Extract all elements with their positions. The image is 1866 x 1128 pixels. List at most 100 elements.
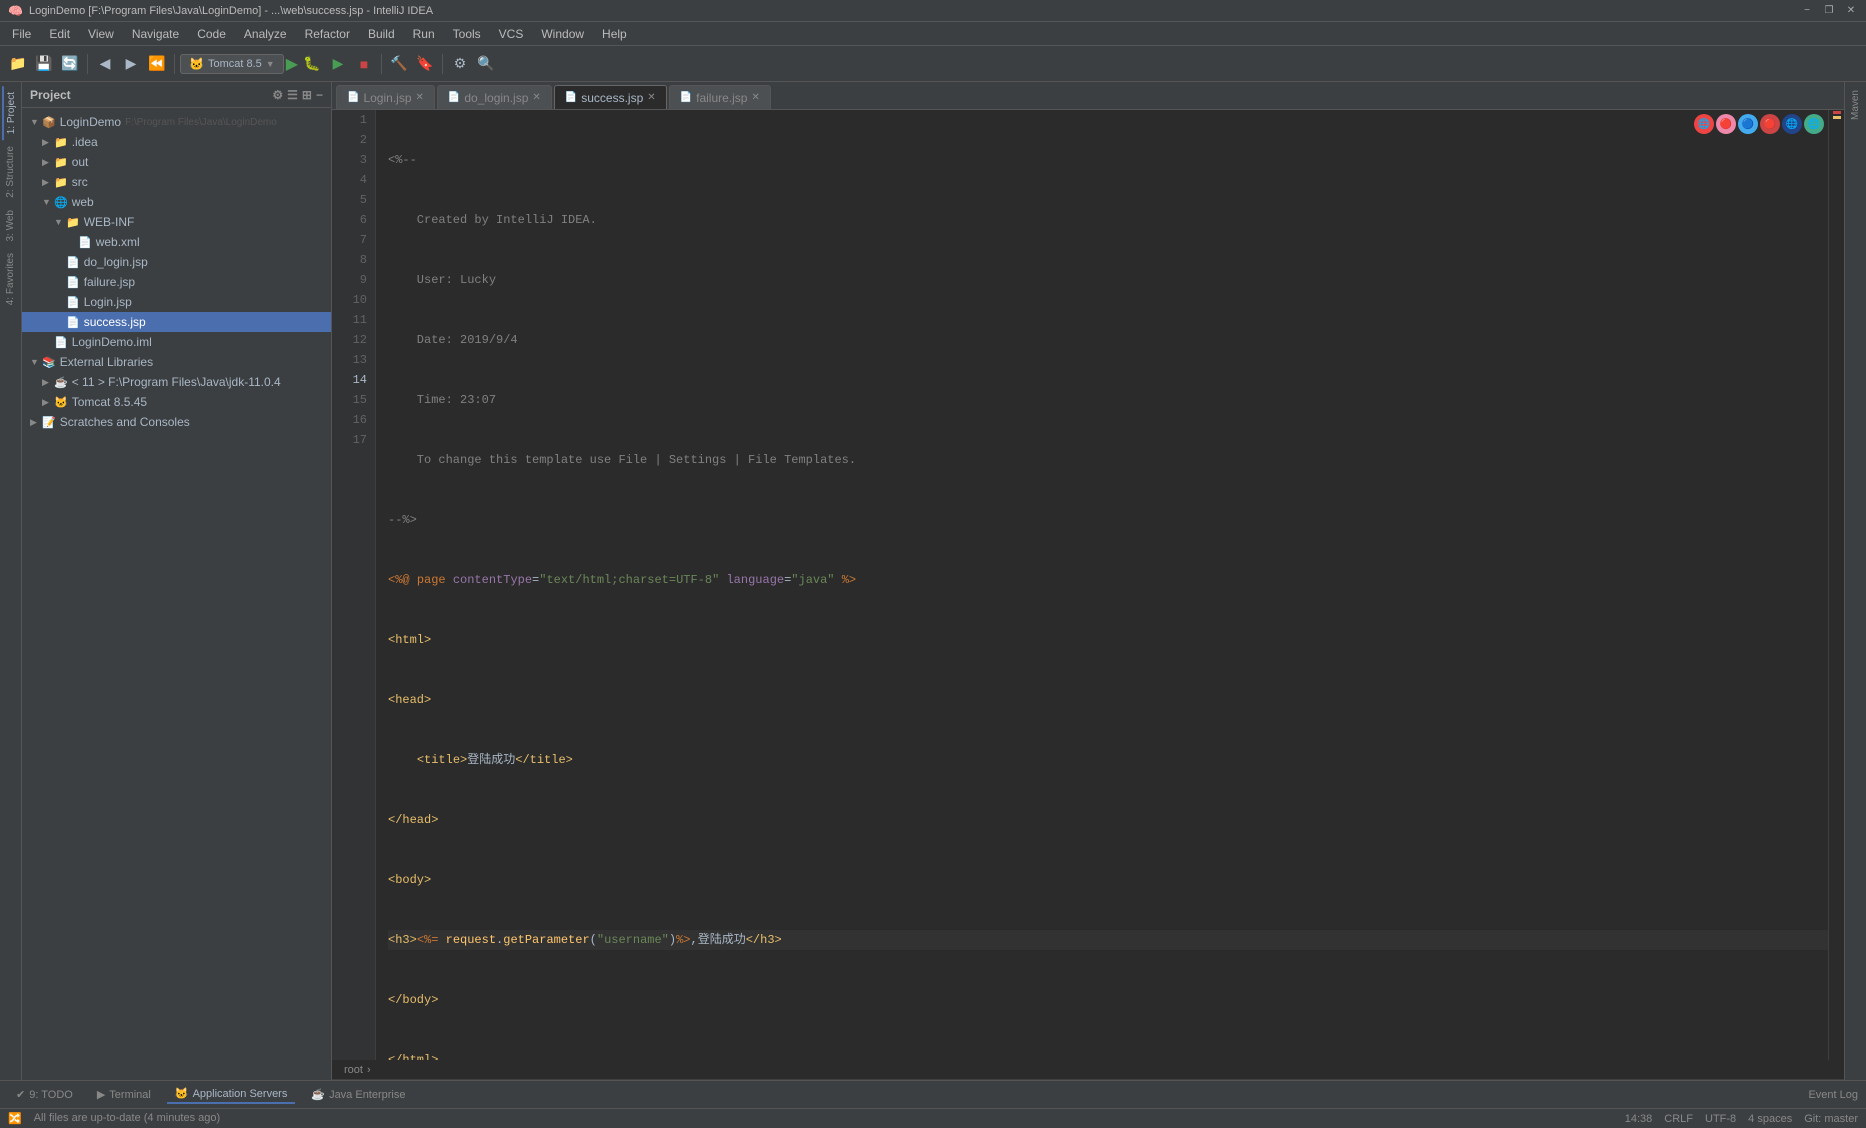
run-config-selector[interactable]: 🐱 Tomcat 8.5 ▼ xyxy=(180,54,284,74)
menu-navigate[interactable]: Navigate xyxy=(124,25,187,43)
code-line-13: <body> xyxy=(388,870,1828,890)
tab-failure-close[interactable]: ✕ xyxy=(751,92,759,103)
event-log-button[interactable]: Event Log xyxy=(1808,1089,1858,1101)
line-num-2: 2 xyxy=(332,130,367,150)
close-button[interactable]: ✕ xyxy=(1844,4,1858,18)
search-button[interactable]: 🔍 xyxy=(474,52,498,76)
toolbar-sep-3 xyxy=(381,54,382,74)
tab-success-close[interactable]: ✕ xyxy=(647,92,655,103)
code-content[interactable]: <%-- Created by IntelliJ IDEA. User: Luc… xyxy=(376,110,1828,1060)
todo-tab[interactable]: ✔ 9: TODO xyxy=(8,1086,81,1103)
web-tab[interactable]: 3: Web xyxy=(3,204,18,248)
project-panel-collapse-icon[interactable]: − xyxy=(316,88,323,102)
project-panel-layout-icon[interactable]: ☰ xyxy=(287,88,298,102)
tree-login[interactable]: 📄 Login.jsp xyxy=(22,292,331,312)
forward-button[interactable]: ▶ xyxy=(119,52,143,76)
menu-edit[interactable]: Edit xyxy=(41,25,78,43)
tree-tomcat[interactable]: ▶ 🐱 Tomcat 8.5.45 xyxy=(22,392,331,412)
tree-tomcat-label: Tomcat 8.5.45 xyxy=(72,395,147,409)
debug-button[interactable]: 🐛 xyxy=(300,52,324,76)
tree-success[interactable]: 📄 success.jsp xyxy=(22,312,331,332)
breadcrumb-separator: › xyxy=(367,1064,371,1076)
tab-success[interactable]: 📄 success.jsp ✕ xyxy=(554,85,667,109)
edge-icon[interactable]: 🌐 xyxy=(1804,114,1824,134)
favorites-tab[interactable]: 4: Favorites xyxy=(3,247,18,311)
build-button[interactable]: 🔨 xyxy=(387,52,411,76)
gutter-warning-mark xyxy=(1833,116,1841,119)
menu-run[interactable]: Run xyxy=(405,25,443,43)
tree-src-label: src xyxy=(72,175,88,189)
menu-analyze[interactable]: Analyze xyxy=(236,25,295,43)
bookmark-button[interactable]: 🔖 xyxy=(413,52,437,76)
tree-logindemoiml[interactable]: 📄 LoginDemo.iml xyxy=(22,332,331,352)
menu-help[interactable]: Help xyxy=(594,25,635,43)
line-num-11: 11 xyxy=(332,310,367,330)
chrome2-icon[interactable]: 🔵 xyxy=(1738,114,1758,134)
right-sidebar-item[interactable]: Maven xyxy=(1848,86,1863,124)
run-button[interactable]: ▶ xyxy=(286,54,298,74)
minimize-button[interactable]: − xyxy=(1800,4,1814,18)
tree-webinf[interactable]: ▼ 📁 WEB-INF xyxy=(22,212,331,232)
project-panel-expand-icon[interactable]: ⊞ xyxy=(302,88,312,102)
tab-login[interactable]: 📄 Login.jsp ✕ xyxy=(336,85,435,109)
tree-failure[interactable]: 📄 failure.jsp xyxy=(22,272,331,292)
app-servers-tab[interactable]: 🐱 Application Servers xyxy=(167,1085,295,1104)
tab-do-login[interactable]: 📄 do_login.jsp ✕ xyxy=(437,85,552,109)
tree-src[interactable]: ▶ 📁 src xyxy=(22,172,331,192)
menu-bar: File Edit View Navigate Code Analyze Ref… xyxy=(0,22,1866,46)
tree-scratches[interactable]: ▶ 📝 Scratches and Consoles xyxy=(22,412,331,432)
code-line-8: <%@ page contentType="text/html;charset=… xyxy=(388,570,1828,590)
recent-files-button[interactable]: ⏪ xyxy=(145,52,169,76)
sync-button[interactable]: 🔄 xyxy=(58,52,82,76)
run-coverage-button[interactable]: ▶ xyxy=(326,52,350,76)
line-ending[interactable]: CRLF xyxy=(1664,1113,1693,1125)
stop-button[interactable]: ■ xyxy=(352,52,376,76)
save-button[interactable]: 💾 xyxy=(32,52,56,76)
back-button[interactable]: ◀ xyxy=(93,52,117,76)
menu-code[interactable]: Code xyxy=(189,25,234,43)
indent[interactable]: 4 spaces xyxy=(1748,1113,1792,1125)
folder-icon: 📁 xyxy=(54,136,68,149)
menu-tools[interactable]: Tools xyxy=(445,25,489,43)
tree-root[interactable]: ▼ 📦 LoginDemo F:\Program Files\Java\Logi… xyxy=(22,112,331,132)
tree-webxml[interactable]: 📄 web.xml xyxy=(22,232,331,252)
folder-icon: 📁 xyxy=(54,156,68,169)
encoding[interactable]: UTF-8 xyxy=(1705,1113,1736,1125)
sdk-icon: ☕ xyxy=(54,376,68,389)
maximize-button[interactable]: ❐ xyxy=(1822,4,1836,18)
firefox-icon[interactable]: 🌐 xyxy=(1782,114,1802,134)
java-enterprise-tab[interactable]: ☕ Java Enterprise xyxy=(303,1086,413,1103)
tree-out[interactable]: ▶ 📁 out xyxy=(22,152,331,172)
breadcrumb-root[interactable]: root xyxy=(344,1064,363,1076)
java-enterprise-label: Java Enterprise xyxy=(329,1089,405,1101)
tree-login-label: Login.jsp xyxy=(84,295,132,309)
tree-external-libraries[interactable]: ▼ 📚 External Libraries xyxy=(22,352,331,372)
status-message: All files are up-to-date (4 minutes ago) xyxy=(34,1112,220,1125)
terminal-tab[interactable]: ▶ Terminal xyxy=(89,1086,159,1103)
menu-view[interactable]: View xyxy=(80,25,122,43)
tab-failure[interactable]: 📄 failure.jsp ✕ xyxy=(669,85,771,109)
project-panel-settings-icon[interactable]: ⚙ xyxy=(272,88,283,102)
tree-idea[interactable]: ▶ 📁 .idea xyxy=(22,132,331,152)
safari-icon[interactable]: 🌐 xyxy=(1694,114,1714,134)
chrome-icon[interactable]: 🔴 xyxy=(1716,114,1736,134)
terminal-label: Terminal xyxy=(109,1089,151,1101)
tree-web[interactable]: ▼ 🌐 web xyxy=(22,192,331,212)
tab-login-close[interactable]: ✕ xyxy=(416,92,424,103)
tree-jdk[interactable]: ▶ ☕ < 11 > F:\Program Files\Java\jdk-11.… xyxy=(22,372,331,392)
code-editor[interactable]: 1 2 3 4 5 6 7 8 9 10 11 12 13 14 15 16 1… xyxy=(332,110,1844,1060)
menu-file[interactable]: File xyxy=(4,25,39,43)
open-file-button[interactable]: 📁 xyxy=(6,52,30,76)
project-tab[interactable]: 1: Project xyxy=(2,86,19,140)
menu-vcs[interactable]: VCS xyxy=(491,25,532,43)
project-panel-title: Project xyxy=(30,88,71,102)
tab-do-login-close[interactable]: ✕ xyxy=(532,92,540,103)
menu-window[interactable]: Window xyxy=(533,25,592,43)
menu-build[interactable]: Build xyxy=(360,25,403,43)
code-line-10: <head> xyxy=(388,690,1828,710)
browser3-icon[interactable]: 🔴 xyxy=(1760,114,1780,134)
tree-do-login[interactable]: 📄 do_login.jsp xyxy=(22,252,331,272)
menu-refactor[interactable]: Refactor xyxy=(297,25,358,43)
settings-button[interactable]: ⚙ xyxy=(448,52,472,76)
structure-tab[interactable]: 2: Structure xyxy=(3,140,18,204)
